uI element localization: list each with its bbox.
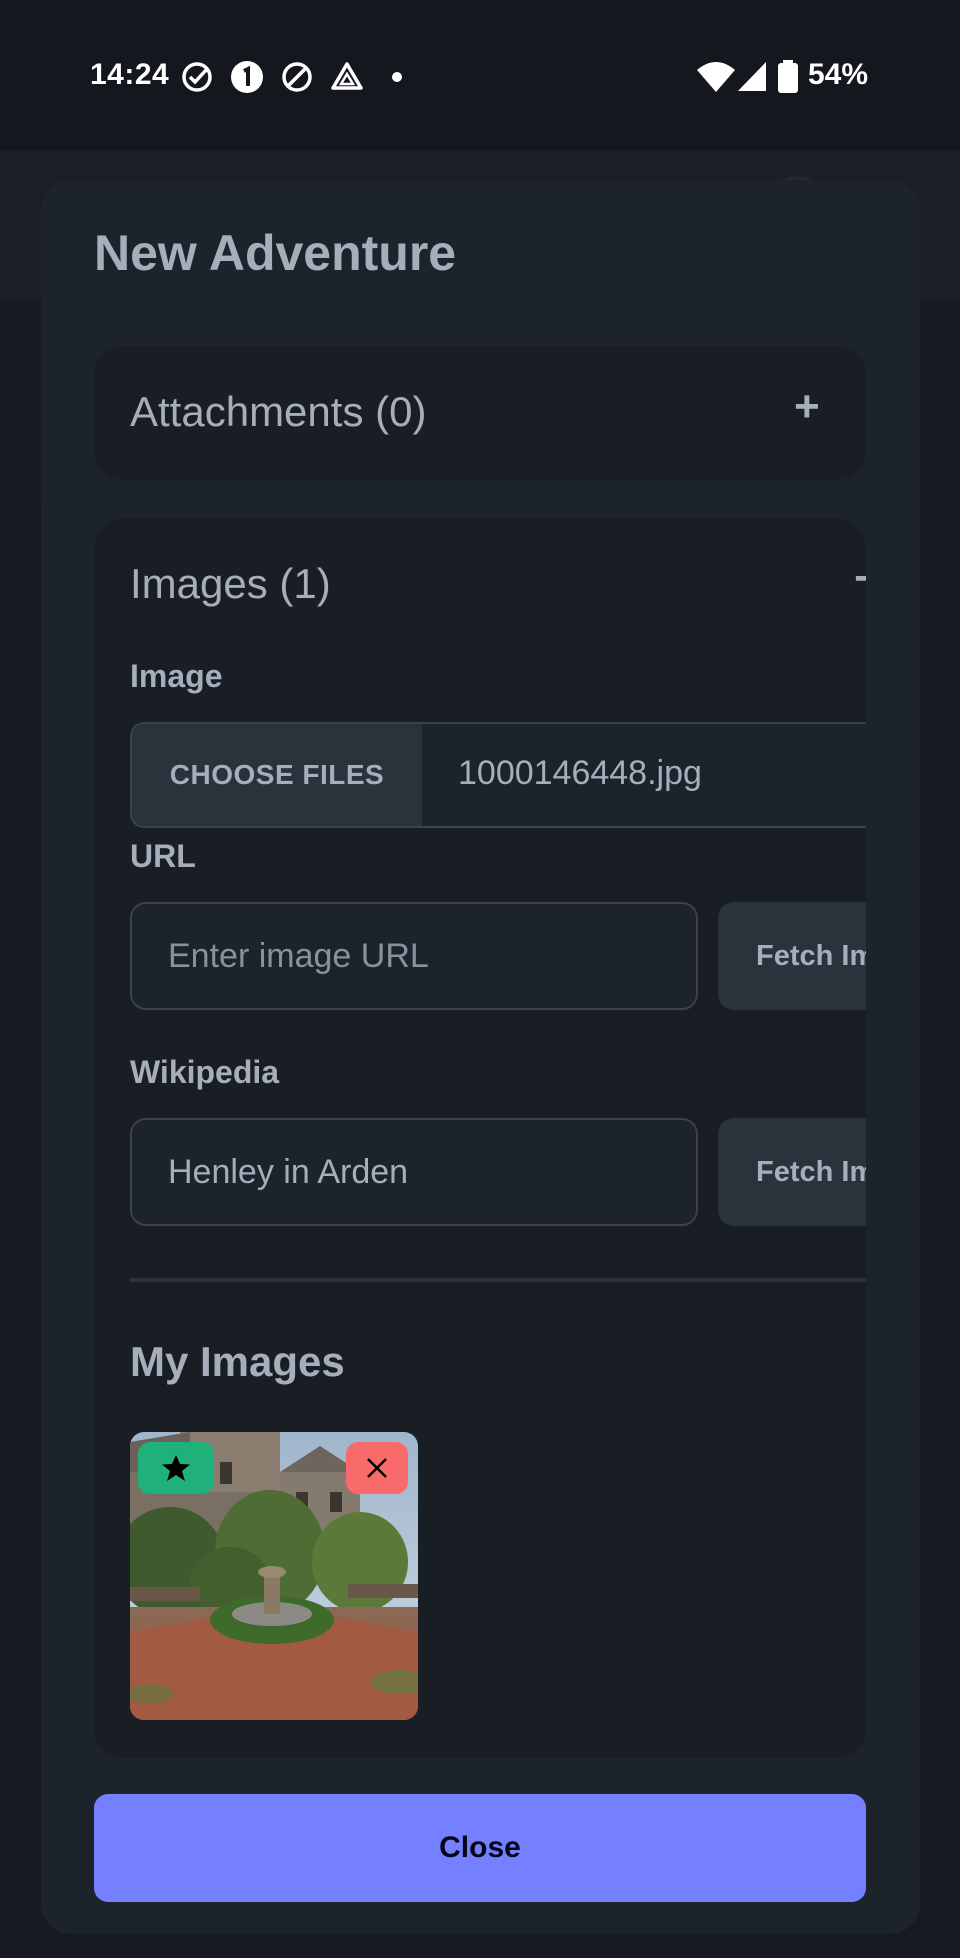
battery-icon [776,60,800,94]
choose-files-button[interactable]: CHOOSE FILES [132,724,422,826]
drive-icon [330,60,364,94]
do-not-disturb-icon [280,60,314,94]
attachments-section[interactable]: Attachments (0) + [94,346,866,480]
images-section: Images (1) − Image CHOOSE FILES 10001464… [94,518,866,1758]
section-divider [130,1278,866,1282]
wikipedia-search-input[interactable] [130,1118,698,1226]
close-button[interactable]: Close [94,1794,866,1902]
delete-image-button[interactable] [346,1442,408,1494]
signal-icon [736,60,770,94]
attachments-title[interactable]: Attachments (0) [130,388,426,436]
image-label: Image [130,658,223,694]
image-thumbnail[interactable] [130,1432,418,1720]
modal-title: New Adventure [94,225,457,281]
expand-attachments-toggle[interactable]: + [794,382,820,432]
battery-percent: 54% [808,58,869,91]
set-primary-image-button[interactable] [138,1442,214,1494]
screen: 14:24 54% New Adventure Attachments (0) … [0,0,960,1958]
my-images-title: My Images [130,1338,345,1385]
wikipedia-label: Wikipedia [130,1054,280,1090]
collapse-images-toggle[interactable]: − [854,554,866,604]
status-time: 14:24 [90,58,170,91]
image-file-input[interactable]: CHOOSE FILES 1000146448.jpg [130,722,866,828]
check-circle-icon [180,60,214,94]
images-title[interactable]: Images (1) [130,560,331,608]
url-label: URL [130,838,196,874]
selected-file-name: 1000146448.jpg [458,754,702,792]
fetch-url-image-button[interactable]: Fetch Image [718,902,866,1010]
image-url-input[interactable] [130,902,698,1010]
close-icon [367,1458,387,1478]
status-bar: 14:24 54% [0,0,960,150]
new-adventure-modal: New Adventure Attachments (0) + Images (… [41,180,920,1934]
star-icon [162,1455,190,1481]
badge-one-icon [230,60,264,94]
fetch-wikipedia-image-button[interactable]: Fetch Image [718,1118,866,1226]
wifi-icon [696,60,736,94]
dot-icon [388,60,422,94]
